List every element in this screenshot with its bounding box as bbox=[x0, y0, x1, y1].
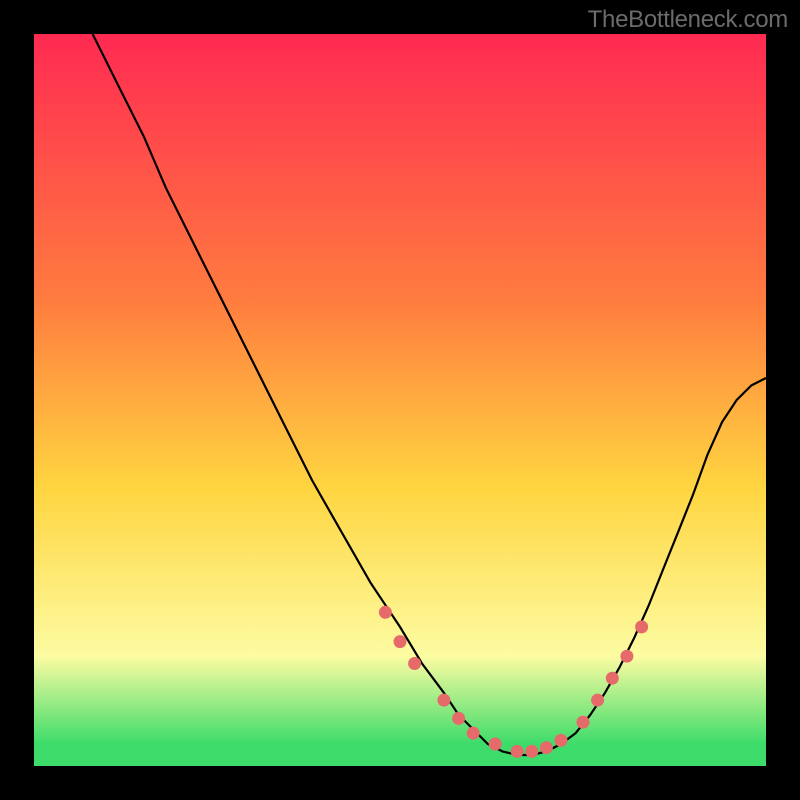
sample-dot bbox=[540, 741, 553, 754]
chart-container: TheBottleneck.com bbox=[0, 0, 800, 800]
sample-dot bbox=[489, 738, 502, 751]
sample-dot bbox=[467, 727, 480, 740]
sample-dot bbox=[635, 620, 648, 633]
sample-dot bbox=[606, 672, 619, 685]
sample-dot bbox=[525, 745, 538, 758]
sample-dot bbox=[577, 716, 590, 729]
sample-dot bbox=[452, 712, 465, 725]
sample-dot bbox=[591, 694, 604, 707]
sample-dot bbox=[555, 734, 568, 747]
sample-dot bbox=[394, 635, 407, 648]
sample-dot bbox=[620, 650, 633, 663]
sample-dot bbox=[408, 657, 421, 670]
sample-dot bbox=[379, 606, 392, 619]
plot-area bbox=[34, 34, 766, 766]
sample-dot bbox=[437, 694, 450, 707]
sample-dot bbox=[511, 745, 524, 758]
watermark-text: TheBottleneck.com bbox=[588, 6, 788, 34]
gradient-bg bbox=[34, 34, 766, 766]
chart-svg bbox=[34, 34, 766, 766]
